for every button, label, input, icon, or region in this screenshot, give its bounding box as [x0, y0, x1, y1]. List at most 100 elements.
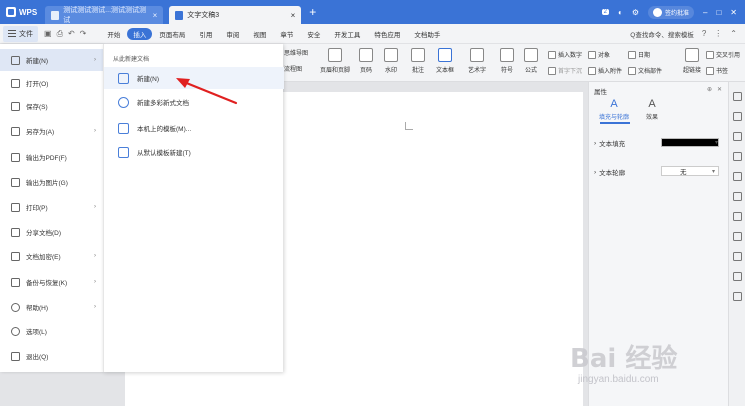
command-search-label: Q查找命令、搜索模板 [630, 31, 694, 39]
cross-ref-tool[interactable]: 交叉引用 [706, 50, 740, 59]
text-outline-row[interactable]: › 文本轮廓 [594, 167, 625, 178]
command-search[interactable]: Q查找命令、搜索模板 [630, 29, 702, 39]
watermark-tool[interactable]: 水印 [384, 48, 398, 74]
flowchart-tool[interactable]: 流程图 [284, 64, 302, 73]
help-icon[interactable]: ? [702, 29, 706, 38]
menu-item-help[interactable]: 帮助(H) › [0, 296, 103, 318]
date-tool[interactable]: 日期 [628, 50, 650, 59]
tab-fill-outline[interactable]: A 填充与轮廓 [597, 98, 631, 121]
doc-tab-1[interactable]: 测试测试测试...测试测试测试 × [45, 6, 164, 24]
chevron-down-icon: ▾ [711, 168, 715, 175]
tab-view[interactable]: 视图 [246, 24, 273, 44]
tab-effects[interactable]: A 效果 [635, 98, 669, 121]
image-side-icon[interactable] [733, 252, 742, 261]
textbox-tool[interactable]: 文本框 [436, 48, 454, 74]
bookmark-tool[interactable]: 书签 [706, 66, 728, 75]
doc-parts-tool[interactable]: 文档部件 [628, 66, 662, 75]
tab-close-icon[interactable]: × [291, 11, 296, 20]
doc-tab-label: 文字文稿3 [187, 12, 220, 19]
menu-item-options[interactable]: 选项(L) [0, 320, 103, 342]
menu-item-backup[interactable]: 备份与恢复(K) › [0, 271, 103, 293]
submenu-item-new-blank[interactable]: 新建(N) [104, 67, 284, 89]
history-icon[interactable] [733, 272, 742, 281]
menu-item-exit[interactable]: 退出(Q) [0, 345, 103, 367]
menu-item-label: 另存为(A) [26, 129, 55, 136]
submenu-item-default-template[interactable]: 从默认模板新建(T) [104, 141, 284, 163]
settings-icon[interactable]: ⚙ [632, 8, 639, 17]
new-doc-icon [11, 55, 20, 65]
maximize-icon[interactable]: □ [716, 8, 721, 17]
new-tab-button[interactable]: + [309, 5, 316, 19]
tab-doc-assistant[interactable]: 文档助手 [407, 24, 447, 44]
header-footer-tool[interactable]: 页眉和页脚 [320, 48, 350, 74]
insert-attachment-tool[interactable]: 插入附件 [588, 66, 622, 75]
formula-tool[interactable]: 公式 [524, 48, 538, 74]
menu-item-export-pdf[interactable]: 输出为PDF(F) [0, 146, 103, 168]
edit-icon[interactable] [733, 212, 742, 221]
more-icon[interactable]: ⋮ [714, 29, 722, 38]
hyperlink-tool[interactable]: 超链接 [683, 48, 701, 74]
submenu-item-local-template[interactable]: 本机上的模板(M)... [104, 117, 284, 139]
menu-item-open[interactable]: 打开(O) [0, 72, 103, 94]
cursor-icon[interactable] [733, 112, 742, 121]
print-quick-icon[interactable]: ⎙ [57, 29, 63, 39]
outline-select-value: 无 [680, 169, 687, 176]
notification-badge[interactable]: 2 [601, 9, 609, 15]
share-side-icon[interactable] [733, 192, 742, 201]
file-menu-button[interactable]: 文件 [3, 25, 38, 42]
insert-number-tool[interactable]: 插入数字 [548, 50, 582, 59]
outline-select[interactable]: 无 ▾ [661, 166, 719, 176]
mindmap-tool[interactable]: 思维导图 [284, 48, 308, 57]
tab-insert[interactable]: 插入 [127, 27, 153, 40]
tab-close-icon[interactable]: × [153, 11, 158, 20]
menu-item-save-as[interactable]: 另存为(A) › [0, 120, 103, 142]
menu-item-encrypt[interactable]: 文档加密(E) › [0, 245, 103, 267]
doc-tab-2[interactable]: 文字文稿3 × [169, 6, 302, 24]
symbol-tool[interactable]: 符号 [500, 48, 514, 74]
style-icon[interactable] [733, 152, 742, 161]
tab-developer[interactable]: 开发工具 [327, 24, 367, 44]
wps-app-logo[interactable]: WPS [0, 0, 45, 24]
minimize-icon[interactable]: – [703, 8, 707, 17]
tab-review[interactable]: 审阅 [219, 24, 246, 44]
menu-item-print[interactable]: 打印(P) › [0, 196, 103, 218]
tab-page-layout[interactable]: 页面布局 [152, 24, 192, 44]
tab-security[interactable]: 安全 [300, 24, 327, 44]
more-side-icon[interactable] [733, 292, 742, 301]
save-quick-icon[interactable]: ▣ [44, 29, 52, 39]
table-icon[interactable] [733, 232, 742, 241]
menu-item-save[interactable]: 保存(S) [0, 95, 103, 117]
user-badge[interactable]: 签约批准 [647, 5, 694, 19]
tab-special-apps[interactable]: 特色应用 [367, 24, 407, 44]
tab-chapter[interactable]: 章节 [273, 24, 300, 44]
properties-icon[interactable] [733, 132, 742, 141]
wordart-tool[interactable]: 艺术字 [468, 48, 486, 74]
comment-tool[interactable]: 批注 [411, 48, 425, 74]
fill-color-swatch[interactable] [661, 138, 719, 147]
menu-item-new[interactable]: 新建(N) › [0, 49, 103, 71]
resize-icon[interactable] [733, 172, 742, 181]
menu-item-share[interactable]: 分享文档(D) [0, 221, 103, 243]
submenu-item-new-colorful[interactable]: 新建多彩新式文档 [104, 91, 284, 113]
text-fill-row[interactable]: › 文本填充 [594, 138, 625, 149]
collapse-ribbon-icon[interactable]: ⌃ [730, 29, 737, 38]
user-label: 签约批准 [664, 10, 689, 17]
menu-item-export-image[interactable]: 输出为图片(G) [0, 171, 103, 193]
pin-icon[interactable]: ⊕ [707, 86, 712, 93]
redo-icon[interactable]: ↷ [80, 29, 87, 39]
object-tool[interactable]: 对象 [588, 50, 610, 59]
chevron-right-icon: › [94, 204, 96, 210]
close-icon[interactable]: ✕ [730, 8, 737, 17]
page-number-tool[interactable]: 页码 [359, 48, 373, 74]
fill-color-caret-icon[interactable]: ▾ [715, 139, 718, 146]
text-fill-icon: A [610, 98, 618, 110]
skin-icon[interactable]: ◐ [618, 8, 623, 17]
undo-icon[interactable]: ↶ [68, 29, 75, 39]
panel-close-icon[interactable]: ✕ [717, 86, 722, 93]
tab-start[interactable]: 开始 [100, 24, 127, 44]
watermark-brand: Bai 经验 [570, 344, 678, 374]
tab-references[interactable]: 引用 [192, 24, 219, 44]
drop-cap-tool[interactable]: 首字下沉 [548, 66, 582, 75]
margin-corner-mark [405, 122, 413, 130]
select-icon[interactable] [733, 92, 742, 101]
